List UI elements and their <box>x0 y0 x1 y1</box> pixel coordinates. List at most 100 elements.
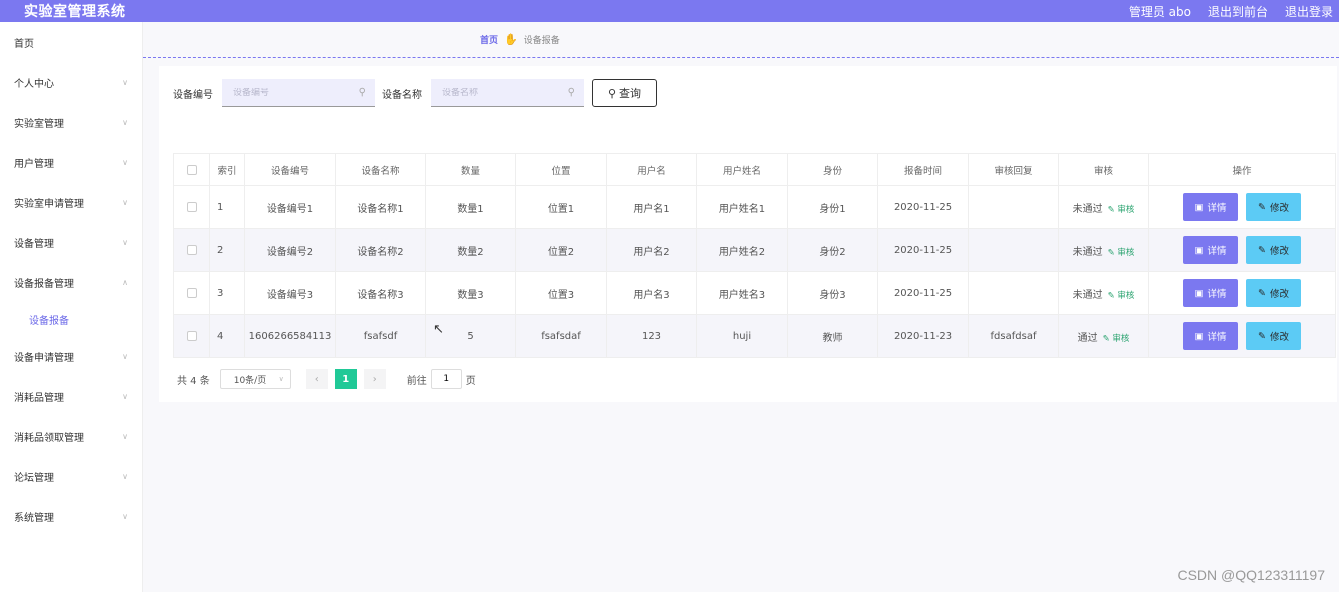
prev-page-button[interactable]: ‹ <box>305 369 328 389</box>
device-code-input[interactable] <box>233 87 343 98</box>
audit-link-label: 审核 <box>1117 247 1135 258</box>
column-header: 用户姓名 <box>696 153 788 186</box>
cell-actions: ▣ 详情 ✎ 修改 <box>1148 228 1336 272</box>
select-all-cell <box>173 153 210 186</box>
sidebar-item-profile[interactable]: 个人中心 ∨ <box>0 62 142 102</box>
edit-icon: ✎ <box>1258 201 1266 213</box>
sidebar-item-label: 实验室申请管理 <box>14 198 84 210</box>
table-row: 2 设备编号2 设备名称2 数量2 位置2 用户名2 用户姓名2 身份2 202… <box>173 228 1336 272</box>
cell-reply <box>968 185 1059 229</box>
search-form: 设备编号 ⚲ 设备名称 ⚲ ⚲ 查询 <box>173 78 657 108</box>
device-report-table: 索引 设备编号 设备名称 数量 位置 用户名 用户姓名 身份 报备时间 审核回复… <box>173 153 1336 358</box>
edit-button[interactable]: ✎ 修改 <box>1246 193 1301 221</box>
cell-name: fsafsdf <box>335 314 426 358</box>
sidebar-item-home[interactable]: 首页 <box>0 22 142 62</box>
cell-user-realname: huji <box>696 314 788 358</box>
detail-button[interactable]: ▣ 详情 <box>1183 193 1238 221</box>
column-header: 数量 <box>425 153 516 186</box>
select-all-checkbox[interactable] <box>186 164 197 175</box>
audit-link[interactable]: ✎ 审核 <box>1108 291 1135 301</box>
audit-link[interactable]: ✎ 审核 <box>1108 248 1135 258</box>
chevron-down-icon: ∨ <box>278 375 284 383</box>
sidebar-item-label: 系统管理 <box>14 512 54 524</box>
sidebar-item-label: 设备申请管理 <box>14 352 74 364</box>
goto-page-input[interactable] <box>430 369 462 389</box>
edit-button[interactable]: ✎ 修改 <box>1246 236 1301 264</box>
row-checkbox[interactable] <box>186 244 197 255</box>
edit-button-label: 修改 <box>1269 332 1289 343</box>
cell-name: 设备名称2 <box>335 228 426 272</box>
sidebar-item-system[interactable]: 系统管理 ∨ <box>0 496 142 536</box>
edit-button[interactable]: ✎ 修改 <box>1246 279 1301 307</box>
cell-qty: 数量2 <box>425 228 516 272</box>
sidebar-item-consumable-pickup[interactable]: 消耗品领取管理 ∨ <box>0 416 142 456</box>
cell-time: 2020-11-25 <box>877 228 969 272</box>
chevron-down-icon: ∨ <box>122 197 128 207</box>
sidebar-item-lab-apply[interactable]: 实验室申请管理 ∨ <box>0 182 142 222</box>
sidebar: 首页 个人中心 ∨ 实验室管理 ∨ 用户管理 ∨ 实验室申请管理 ∨ 设备管理 ∨ 设备报… <box>0 22 143 592</box>
cell-actions: ▣ 详情 ✎ 修改 <box>1148 314 1336 358</box>
detail-button[interactable]: ▣ 详情 <box>1183 236 1238 264</box>
audit-link[interactable]: ✎ 审核 <box>1108 205 1135 215</box>
document-icon: ▣ <box>1194 244 1204 256</box>
sidebar-item-label: 用户管理 <box>14 158 54 170</box>
device-name-input[interactable] <box>442 87 552 98</box>
edit-icon: ✎ <box>1102 333 1110 344</box>
cell-time: 2020-11-25 <box>877 185 969 229</box>
chevron-down-icon: ∨ <box>122 511 128 521</box>
detail-button[interactable]: ▣ 详情 <box>1183 322 1238 350</box>
logout-link[interactable]: 退出登录 <box>1285 3 1333 20</box>
search-icon: ⚲ <box>607 86 617 100</box>
cell-role: 身份3 <box>787 271 878 315</box>
edit-icon: ✎ <box>1258 244 1266 256</box>
audit-link-label: 审核 <box>1112 333 1130 344</box>
sidebar-item-label: 消耗品领取管理 <box>14 432 84 444</box>
next-page-button[interactable]: › <box>363 369 386 389</box>
sidebar-item-lab[interactable]: 实验室管理 ∨ <box>0 102 142 142</box>
audit-link[interactable]: ✎ 审核 <box>1103 334 1130 344</box>
table-row: 3 设备编号3 设备名称3 数量3 位置3 用户名3 用户姓名3 身份3 202… <box>173 271 1336 315</box>
mouse-cursor-icon: ↖ <box>433 322 444 337</box>
sidebar-item-users[interactable]: 用户管理 ∨ <box>0 142 142 182</box>
exit-to-front-link[interactable]: 退出到前台 <box>1208 3 1268 20</box>
column-header: 报备时间 <box>877 153 969 186</box>
goto-suffix: 页 <box>465 375 476 387</box>
chevron-down-icon: ∨ <box>122 117 128 127</box>
sidebar-item-label: 设备报备管理 <box>14 278 74 290</box>
cell-name: 设备名称3 <box>335 271 426 315</box>
edit-button-label: 修改 <box>1269 246 1289 257</box>
cell-actions: ▣ 详情 ✎ 修改 <box>1148 271 1336 315</box>
column-header: 操作 <box>1148 153 1336 186</box>
chevron-down-icon: ∨ <box>122 77 128 87</box>
row-checkbox[interactable] <box>186 330 197 341</box>
breadcrumb: 首页 ✋ 设备报备 <box>143 22 1339 58</box>
edit-button[interactable]: ✎ 修改 <box>1246 322 1301 350</box>
breadcrumb-home[interactable]: 首页 <box>480 33 498 46</box>
sidebar-item-device-report[interactable]: 设备报备管理 ∧ <box>0 262 142 302</box>
cell-role: 教师 <box>787 314 878 358</box>
sidebar-subitem-device-report[interactable]: 设备报备 <box>0 302 142 336</box>
query-button[interactable]: ⚲ 查询 <box>592 79 657 107</box>
cell-reply <box>968 271 1059 315</box>
sidebar-item-consumables[interactable]: 消耗品管理 ∨ <box>0 376 142 416</box>
page-number-button[interactable]: 1 <box>334 369 357 389</box>
page-size-select[interactable]: 10条/页 ∨ <box>219 369 291 389</box>
cell-qty: 数量3 <box>425 271 516 315</box>
cell-user-realname: 用户姓名1 <box>696 185 788 229</box>
sidebar-item-forum[interactable]: 论坛管理 ∨ <box>0 456 142 496</box>
sidebar-item-device[interactable]: 设备管理 ∨ <box>0 222 142 262</box>
sidebar-item-device-apply[interactable]: 设备申请管理 ∨ <box>0 336 142 376</box>
document-icon: ▣ <box>1194 201 1204 213</box>
detail-button[interactable]: ▣ 详情 <box>1183 279 1238 307</box>
sidebar-item-label: 个人中心 <box>14 78 54 90</box>
cell-name: 设备名称1 <box>335 185 426 229</box>
document-icon: ▣ <box>1194 330 1204 342</box>
cell-code: 1606266584113 <box>244 314 336 358</box>
row-checkbox[interactable] <box>186 201 197 212</box>
column-header: 设备编号 <box>244 153 336 186</box>
row-checkbox[interactable] <box>186 287 197 298</box>
column-header: 身份 <box>787 153 878 186</box>
device-code-box: ⚲ <box>222 79 375 107</box>
cell-position: 位置1 <box>515 185 607 229</box>
cell-position: fsafsdaf <box>515 314 607 358</box>
